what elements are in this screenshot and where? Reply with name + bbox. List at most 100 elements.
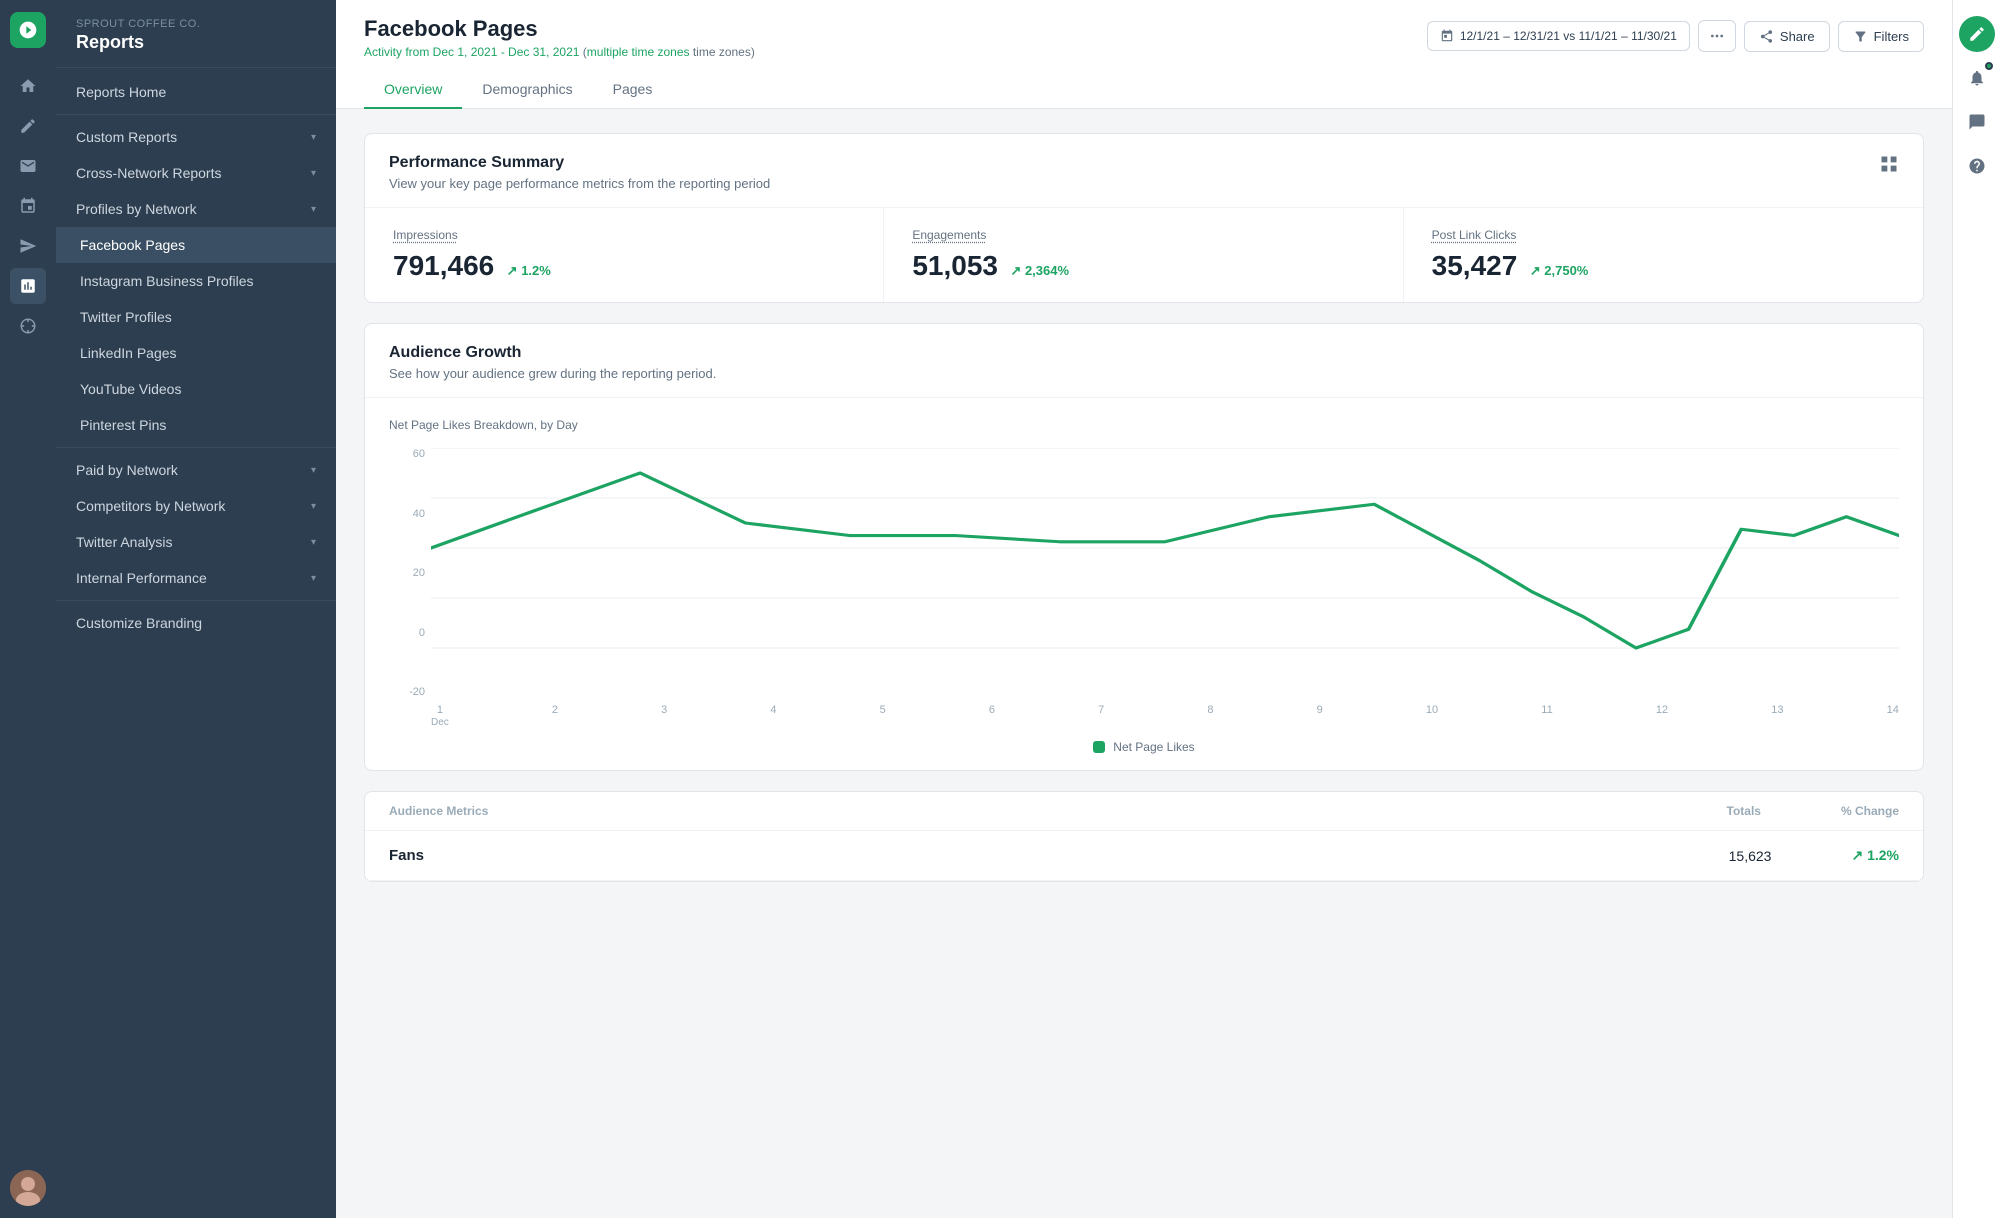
nav-publish-icon[interactable] (10, 228, 46, 264)
sidebar-item-facebook-pages[interactable]: Facebook Pages (56, 227, 336, 263)
sidebar-item-twitter-analysis[interactable]: Twitter Analysis ▾ (56, 524, 336, 560)
sidebar-item-linkedin-pages[interactable]: LinkedIn Pages (56, 335, 336, 371)
tab-overview[interactable]: Overview (364, 71, 462, 109)
date-range-label: 12/1/21 – 12/31/21 vs 11/1/21 – 11/30/21 (1460, 29, 1677, 43)
help-icon (1968, 157, 1986, 175)
date-range-button[interactable]: 12/1/21 – 12/31/21 vs 11/1/21 – 11/30/21 (1427, 21, 1690, 51)
comments-button[interactable] (1959, 104, 1995, 140)
audience-growth-title-area: Audience Growth See how your audience gr… (389, 344, 716, 381)
audience-growth-header: Audience Growth See how your audience gr… (365, 324, 1923, 398)
sidebar-item-profiles-by-network[interactable]: Profiles by Network ▾ (56, 191, 336, 227)
share-label: Share (1780, 29, 1815, 44)
sidebar-item-pinterest-pins[interactable]: Pinterest Pins (56, 407, 336, 443)
fans-total: 15,623 (1729, 848, 1772, 864)
performance-summary-title-area: Performance Summary View your key page p… (389, 154, 770, 191)
chevron-icon: ▾ (311, 132, 316, 143)
tab-demographics[interactable]: Demographics (462, 71, 592, 109)
audience-metrics-header: Audience Metrics Totals % Change (365, 792, 1923, 831)
filters-icon (1853, 29, 1868, 44)
comment-icon (1968, 113, 1986, 131)
page-title-area: Facebook Pages Activity from Dec 1, 2021… (364, 16, 755, 59)
help-button[interactable] (1959, 148, 1995, 184)
notifications-button[interactable] (1959, 60, 1995, 96)
app-logo[interactable] (10, 12, 46, 48)
nav-tasks-icon[interactable] (10, 188, 46, 224)
sidebar: Sprout Coffee Co. Reports Reports Home C… (56, 0, 336, 1218)
table-row: Fans 15,623 ↗ 1.2% (365, 831, 1923, 881)
page-header-top: Facebook Pages Activity from Dec 1, 2021… (364, 16, 1924, 59)
metric-engagements: Engagements 51,053 2,364% (884, 208, 1403, 302)
page-title: Facebook Pages (364, 16, 755, 42)
nav-home-icon[interactable] (10, 68, 46, 104)
sidebar-item-internal-performance[interactable]: Internal Performance ▾ (56, 560, 336, 596)
metrics-grid: Impressions 791,466 1.2% Engagements 51,… (365, 208, 1923, 302)
icon-rail (0, 0, 56, 1218)
app-title: Reports (76, 32, 316, 53)
tab-pages[interactable]: Pages (593, 71, 673, 109)
metric-post-link-clicks-value-row: 35,427 2,750% (1432, 250, 1895, 282)
performance-summary-header: Performance Summary View your key page p… (365, 134, 1923, 208)
calendar-icon (1440, 29, 1454, 43)
chart-inner (431, 448, 1899, 698)
fans-label: Fans (389, 847, 424, 864)
metric-engagements-value: 51,053 (912, 250, 998, 282)
nav-inbox-icon[interactable] (10, 148, 46, 184)
audience-growth-title: Audience Growth (389, 344, 716, 362)
chart-svg (431, 448, 1899, 698)
performance-summary-card: Performance Summary View your key page p… (364, 133, 1924, 303)
user-avatar[interactable] (10, 1170, 46, 1206)
more-options-button[interactable] (1698, 20, 1736, 52)
x-axis-labels: 1Dec 2 3 4 5 6 7 8 9 10 11 12 13 14 (431, 704, 1899, 728)
table-view-icon[interactable] (1879, 154, 1899, 179)
nav-reports-icon[interactable] (10, 268, 46, 304)
metric-impressions-value: 791,466 (393, 250, 494, 282)
chart-legend: Net Page Likes (389, 740, 1899, 754)
y-axis-labels: 60 40 20 0 -20 (389, 448, 425, 698)
page-header: Facebook Pages Activity from Dec 1, 2021… (336, 0, 1952, 109)
metric-engagements-label[interactable]: Engagements (912, 228, 1374, 242)
change-column-header: % Change (1841, 804, 1899, 818)
sidebar-item-youtube-videos[interactable]: YouTube Videos (56, 371, 336, 407)
chart-container: 60 40 20 0 -20 (389, 448, 1899, 728)
audience-growth-card: Audience Growth See how your audience gr… (364, 323, 1924, 771)
nav-listening-icon[interactable] (10, 308, 46, 344)
metric-impressions-change: 1.2% (507, 263, 551, 278)
filters-button[interactable]: Filters (1838, 21, 1924, 52)
timezone-link[interactable]: multiple time zones (587, 45, 690, 59)
right-rail (1952, 0, 2000, 1218)
sidebar-item-instagram-business[interactable]: Instagram Business Profiles (56, 263, 336, 299)
metric-impressions-label[interactable]: Impressions (393, 228, 855, 242)
chevron-icon: ▾ (311, 537, 316, 548)
chevron-icon: ▾ (311, 168, 316, 179)
chart-area: Net Page Likes Breakdown, by Day 60 40 2… (365, 398, 1923, 770)
metric-impressions-value-row: 791,466 1.2% (393, 250, 855, 282)
filters-label: Filters (1874, 29, 1909, 44)
sidebar-item-competitors[interactable]: Competitors by Network ▾ (56, 488, 336, 524)
legend-dot (1093, 741, 1105, 753)
more-dots-icon (1709, 28, 1725, 44)
metric-post-link-clicks-label[interactable]: Post Link Clicks (1432, 228, 1895, 242)
page-subtitle: Activity from Dec 1, 2021 - Dec 31, 2021… (364, 45, 755, 59)
sidebar-item-paid-by-network[interactable]: Paid by Network ▾ (56, 452, 336, 488)
rail-bottom (10, 1170, 46, 1206)
sidebar-item-reports-home[interactable]: Reports Home (56, 74, 336, 110)
company-name: Sprout Coffee Co. (76, 18, 316, 30)
main-content: Facebook Pages Activity from Dec 1, 2021… (336, 0, 1952, 1218)
nav-compose-icon[interactable] (10, 108, 46, 144)
content-area: Performance Summary View your key page p… (336, 109, 1952, 1218)
chevron-icon: ▾ (311, 501, 316, 512)
compose-button[interactable] (1959, 16, 1995, 52)
performance-summary-title: Performance Summary (389, 154, 770, 172)
sidebar-item-custom-reports[interactable]: Custom Reports ▾ (56, 119, 336, 155)
audience-growth-subtitle: See how your audience grew during the re… (389, 366, 716, 381)
metric-post-link-clicks-value: 35,427 (1432, 250, 1518, 282)
share-button[interactable]: Share (1744, 21, 1830, 52)
totals-column-header: Totals (1727, 804, 1761, 818)
legend-label: Net Page Likes (1113, 740, 1194, 754)
fans-change: ↗ 1.2% (1851, 847, 1899, 864)
performance-summary-subtitle: View your key page performance metrics f… (389, 176, 770, 191)
chevron-icon: ▾ (311, 573, 316, 584)
sidebar-item-customize-branding[interactable]: Customize Branding (56, 605, 336, 641)
sidebar-item-cross-network[interactable]: Cross-Network Reports ▾ (56, 155, 336, 191)
sidebar-item-twitter-profiles[interactable]: Twitter Profiles (56, 299, 336, 335)
